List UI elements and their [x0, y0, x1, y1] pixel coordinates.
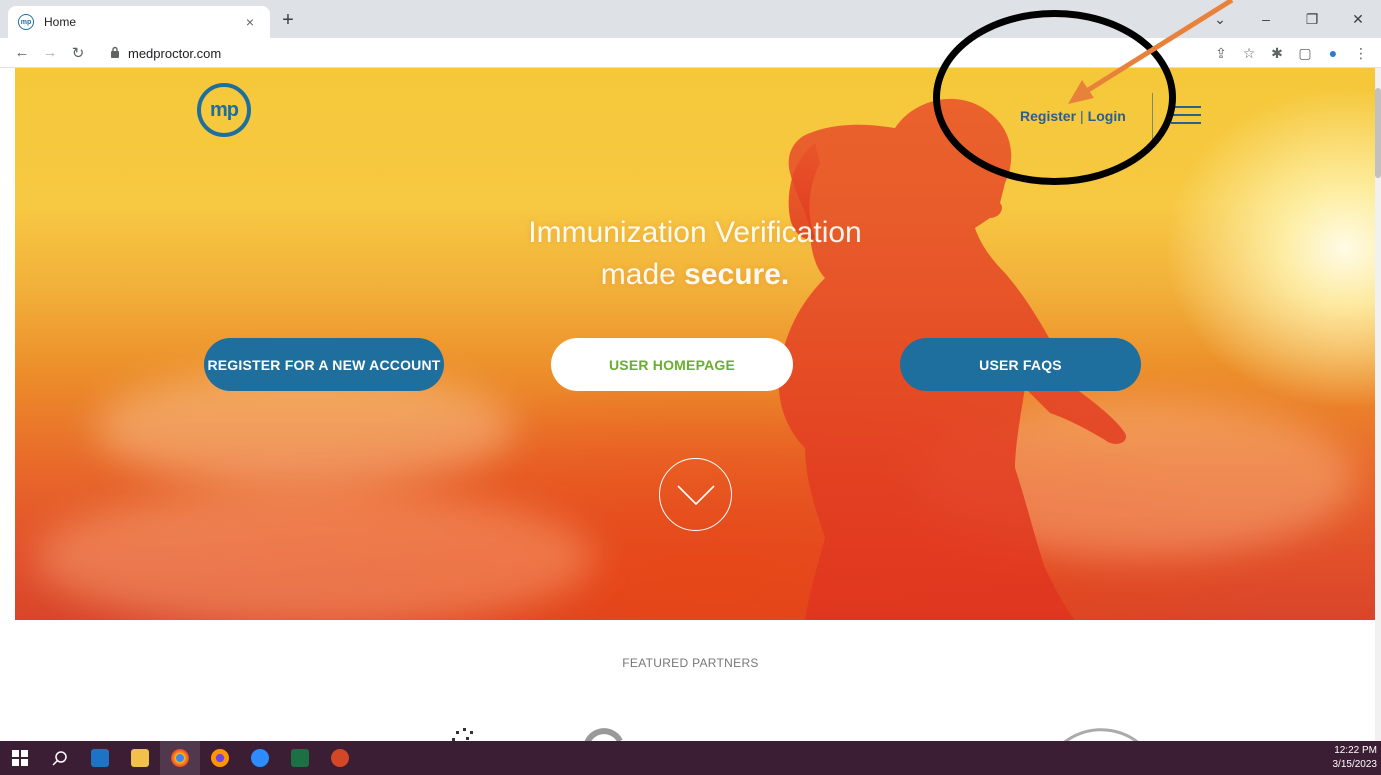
file-explorer-icon[interactable] [120, 741, 160, 775]
excel-icon[interactable] [280, 741, 320, 775]
chrome-icon[interactable] [160, 741, 200, 775]
annotation-arrow-icon [1068, 0, 1234, 104]
clock-time: 12:22 PM [1334, 745, 1377, 756]
outlook-icon[interactable] [80, 741, 120, 775]
windows-start-icon[interactable] [0, 741, 40, 775]
taskbar-clock[interactable]: 12:22 PM 3/15/2023 [1333, 744, 1378, 772]
zoom-icon[interactable] [240, 741, 280, 775]
clock-date: 3/15/2023 [1332, 759, 1378, 770]
screen: mp Home × + ⌄ – ❐ ✕ ← → ↻ medproctor.com… [0, 0, 1381, 775]
search-icon[interactable] [40, 741, 80, 775]
powerpoint-icon[interactable] [320, 741, 360, 775]
windows-taskbar: 12:22 PM 3/15/2023 [0, 741, 1381, 775]
firefox-icon[interactable] [200, 741, 240, 775]
